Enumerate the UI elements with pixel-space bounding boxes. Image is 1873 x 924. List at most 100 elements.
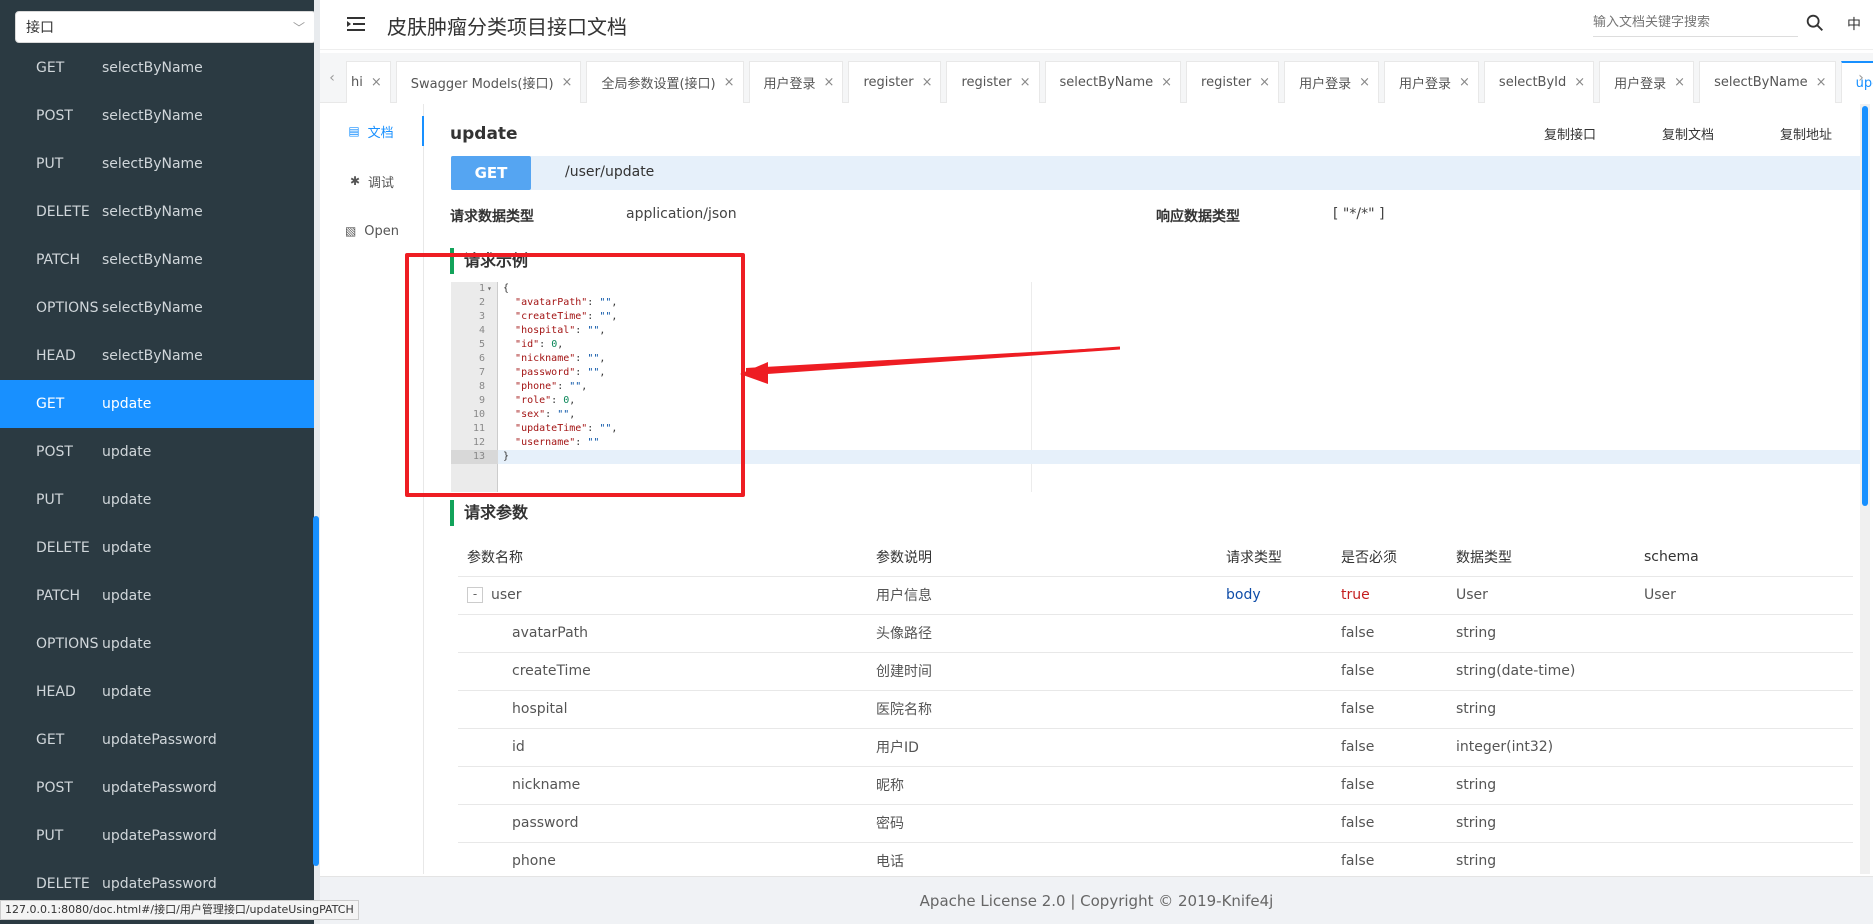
sidebar-item-options-update[interactable]: OPTIONS update — [0, 620, 314, 668]
sidebar-item-method: POST — [36, 780, 73, 796]
close-icon[interactable]: × — [1359, 75, 1370, 90]
sidebar-item-get-update[interactable]: GET update — [0, 380, 314, 428]
sidebar-item-head-update[interactable]: HEAD update — [0, 668, 314, 716]
close-icon[interactable]: × — [562, 75, 573, 90]
tab-5[interactable]: register × — [946, 61, 1040, 103]
tab-7[interactable]: register × — [1186, 61, 1280, 103]
search-input[interactable] — [1593, 15, 1773, 30]
tab-8[interactable]: 用户登录 × — [1284, 61, 1379, 103]
sidebar-scrollbar[interactable] — [313, 516, 319, 866]
group-select[interactable]: 接口 ﹀ — [15, 11, 314, 43]
sidebar-item-put-update[interactable]: PUT update — [0, 476, 314, 524]
chevron-left-icon[interactable]: ‹ — [320, 53, 344, 103]
cell-desc-text: 头像路径 — [876, 626, 932, 642]
sidebar-item-label: selectByName — [102, 204, 203, 220]
cell-desc-text: 创建时间 — [876, 664, 932, 680]
copy-doc-button[interactable]: 复制文档 — [1662, 124, 1714, 143]
cell-type-text: string — [1456, 777, 1497, 793]
api-path: /user/update — [565, 164, 655, 180]
cell-in — [1226, 614, 1341, 653]
tab-3[interactable]: 用户登录 × — [748, 61, 844, 103]
main-scrollbar[interactable] — [1862, 106, 1868, 506]
cell-desc-text: 用户ID — [876, 740, 919, 756]
cell-in — [1226, 804, 1341, 843]
cell-in-text: body — [1226, 587, 1261, 603]
sidebar-item-delete-update[interactable]: DELETE update — [0, 524, 314, 572]
sidebar-item-put-updatepassword[interactable]: PUT updatePassword — [0, 812, 314, 860]
doc-nav-doc[interactable]: ▤ 文档 — [320, 116, 424, 146]
menu-fold-icon[interactable] — [344, 12, 368, 36]
sidebar-item-patch-update[interactable]: PATCH update — [0, 572, 314, 620]
close-icon[interactable]: × — [724, 75, 735, 90]
page-title: 皮肤肿瘤分类项目接口文档 — [387, 15, 627, 39]
collapse-toggle[interactable]: - — [467, 587, 483, 603]
sidebar-item-post-selectbyname[interactable]: POST selectByName — [0, 92, 314, 140]
cell-type-text: integer(int32) — [1456, 739, 1554, 755]
close-icon[interactable]: × — [1574, 75, 1585, 90]
language-switch[interactable]: 中 — [1847, 14, 1861, 34]
search-icon[interactable] — [1804, 12, 1826, 34]
tab-12[interactable]: selectByName × — [1699, 61, 1836, 103]
copy-address-button[interactable]: 复制地址 — [1780, 124, 1832, 143]
status-url: 127.0.0.1:8080/doc.html#/接口/用户管理接口/updat… — [0, 900, 359, 920]
cell-schema: User — [1644, 576, 1853, 615]
cell-type: string — [1456, 842, 1644, 881]
sidebar-item-label: updatePassword — [102, 780, 217, 796]
sidebar-item-head-selectbyname[interactable]: HEAD selectByName — [0, 332, 314, 380]
tab-4[interactable]: register × — [848, 61, 942, 103]
col-header-desc: 参数说明 — [876, 538, 1226, 577]
tab-label: selectByName — [1714, 75, 1808, 90]
sidebar-item-method: DELETE — [36, 540, 90, 556]
sidebar-item-method: PATCH — [36, 252, 81, 268]
cell-type: string — [1456, 766, 1644, 805]
cell-type-text: string — [1456, 625, 1497, 641]
chevron-right-icon[interactable]: › — [1849, 53, 1873, 103]
table-row: phone 电话 false string — [458, 842, 1853, 881]
sidebar-item-label: update — [102, 588, 152, 604]
close-icon[interactable]: × — [1459, 75, 1470, 90]
tab-label: 全局参数设置(接口) — [601, 77, 716, 92]
tab-11[interactable]: 用户登录 × — [1599, 61, 1695, 103]
params-table: 参数名称 参数说明 请求类型 是否必须 数据类型 schema - user 用户信… — [458, 538, 1853, 881]
search-box[interactable] — [1593, 11, 1798, 37]
sidebar-item-put-selectbyname[interactable]: PUT selectByName — [0, 140, 314, 188]
sidebar-item-get-updatepassword[interactable]: GET updatePassword — [0, 716, 314, 764]
sidebar-item-method: POST — [36, 108, 73, 124]
tab-label: hi — [351, 75, 363, 90]
cell-in — [1226, 652, 1341, 691]
close-icon[interactable]: × — [824, 75, 835, 90]
close-icon[interactable]: × — [371, 75, 382, 90]
sidebar-item-post-update[interactable]: POST update — [0, 428, 314, 476]
doc-nav-doc-label: 文档 — [367, 125, 394, 141]
close-icon[interactable]: × — [1816, 75, 1827, 90]
doc-nav-debug[interactable]: ✱ 调试 — [320, 166, 424, 196]
sidebar-item-patch-selectbyname[interactable]: PATCH selectByName — [0, 236, 314, 284]
sidebar-item-get-selectbyname[interactable]: GET selectByName — [0, 44, 314, 92]
cell-name: - user — [458, 576, 876, 615]
doc-nav-open[interactable]: ▧ Open — [320, 216, 424, 246]
close-icon[interactable]: × — [1020, 75, 1031, 90]
col-header-schema: schema — [1644, 538, 1853, 577]
sidebar-item-method: PUT — [36, 828, 64, 844]
close-icon[interactable]: × — [922, 75, 933, 90]
cell-type-text: string(date-time) — [1456, 663, 1576, 679]
close-icon[interactable]: × — [1674, 75, 1685, 90]
sidebar-item-delete-selectbyname[interactable]: DELETE selectByName — [0, 188, 314, 236]
close-icon[interactable]: × — [1259, 75, 1270, 90]
sidebar-item-label: update — [102, 684, 152, 700]
response-type-value: [ "*/*" ] — [1333, 206, 1385, 222]
tab-6[interactable]: selectByName × — [1044, 61, 1182, 103]
tab-1[interactable]: Swagger Models(接口) × — [395, 61, 582, 103]
tab-10[interactable]: selectById × — [1483, 61, 1595, 103]
close-icon[interactable]: × — [1161, 75, 1172, 90]
copy-api-button[interactable]: 复制接口 — [1544, 124, 1596, 143]
tab-9[interactable]: 用户登录 × — [1384, 61, 1479, 103]
params-body: - user 用户信息 body true User User avatarPath 头像路径 f… — [458, 576, 1853, 881]
cell-type: integer(int32) — [1456, 728, 1644, 767]
tab-0[interactable]: hi × — [346, 61, 391, 103]
sidebar-item-post-updatepassword[interactable]: POST updatePassword — [0, 764, 314, 812]
cell-in — [1226, 728, 1341, 767]
tab-2[interactable]: 全局参数设置(接口) × — [586, 61, 744, 103]
header: 皮肤肿瘤分类项目接口文档 中 — [320, 0, 1873, 50]
sidebar-item-options-selectbyname[interactable]: OPTIONS selectByName — [0, 284, 314, 332]
